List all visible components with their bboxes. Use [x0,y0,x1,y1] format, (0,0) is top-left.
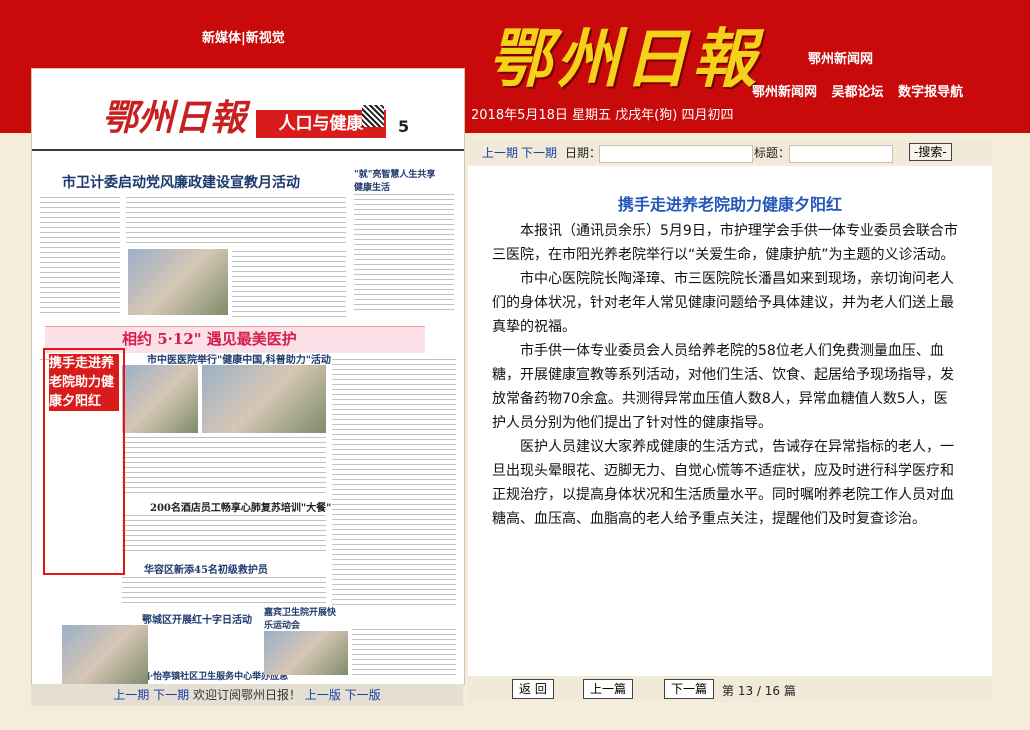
text-column [332,359,456,609]
paper-logo: 鄂州日報 [102,97,247,139]
site-name: 鄂州新闻网 [808,52,874,67]
prev-issue-link[interactable]: 上一期 [482,144,518,161]
date-input[interactable] [599,145,753,163]
text-column [354,194,454,314]
next-issue-link[interactable]: 下一期 [521,144,557,161]
masthead-logo: 鄂州日報 [488,22,760,97]
feature-headline[interactable]: 相约 5·12" 遇见最美医护 [122,328,297,349]
headline-6[interactable]: 华容区新添45名初级救护员 [144,561,268,576]
headline-1[interactable]: 市卫计委启动党风廉政建设宣教月活动 [62,172,300,192]
title-input[interactable] [789,145,893,163]
date-label: 日期： [565,146,602,160]
text-column [232,251,346,317]
prev-article-button[interactable]: 上一篇 [583,679,634,699]
subscribe-text: 欢迎订阅鄂州日报！ [192,688,301,702]
page-bottom-nav: 上一期 下一期 欢迎订阅鄂州日报！ 上一版 下一版 [31,684,463,706]
article-count: 第 13 / 16 篇 [722,684,796,698]
next-page-link[interactable]: 下一版 [345,688,381,702]
text-column [40,197,120,317]
article-photo [62,625,148,684]
text-column [122,577,326,607]
text-column [352,629,456,679]
next-article-button[interactable]: 下一篇 [664,679,715,699]
qr-code [362,105,384,127]
title-label: 标题： [754,146,791,160]
nav-link-digital[interactable]: 数字报导航 [898,85,963,100]
article-paragraph: 市手供一体专业委员会人员给养老院的58位老人们免费测量血压、血糖，开展健康宣教等… [492,343,954,431]
article-footer: 返 回 上一篇 下一篇 第 13 / 16 篇 [468,676,992,702]
text-column [122,437,326,497]
page-number: 5 [398,117,410,136]
nav-link-forum[interactable]: 吴都论坛 [832,85,884,100]
article-body: 本报讯（通讯员余乐）5月9日，市护理学会手供一体专业委员会联合市三医院，在市阳光… [492,219,958,531]
article-photo [264,631,348,675]
page-header: 鄂州日報 人口与健康 5 [32,69,464,151]
text-column [122,515,326,555]
nav-link-news[interactable]: 鄂州新闻网 [752,85,817,100]
search-button[interactable]: -搜索- [909,143,952,161]
article-title: 携手走进养老院助力健康夕阳红 [617,195,842,214]
text-column [126,197,346,247]
selected-article-label: 携手走进养老院助力健康夕阳红 [49,354,119,411]
article-photo [202,365,326,433]
prev-page-link[interactable]: 上一版 [305,688,341,702]
newspaper-page[interactable]: 鄂州日報 人口与健康 5 市卫计委启动党风廉政建设宣教月活动 "就"亮智慧人生共… [31,68,465,685]
prev-issue-link[interactable]: 上一期 [113,688,149,702]
article-paragraph: 本报讯（通讯员余乐）5月9日，市护理学会手供一体专业委员会联合市三医院，在市阳光… [492,223,958,263]
issue-date: 2018年5月18日 星期五 戊戌年(狗) 四月初四 [471,108,734,123]
header-slogan: 新媒体|新视觉 [202,31,285,46]
headline-7[interactable]: 鄂城区开展红十字日活动 [142,611,252,626]
search-bar: 上一期 下一期 日期： 标题： -搜索- [468,140,992,164]
back-button[interactable]: 返 回 [512,679,554,699]
article-paragraph: 医护人员建议大家养成健康的生活方式，告诫存在异常指标的老人，一旦出现头晕眼花、迈… [492,439,954,527]
article-photo [122,365,198,433]
headline-9[interactable]: 嘉宾卫生院开展快乐运动会 [264,605,344,631]
article-paragraph: 市中心医院院长陶泽璋、市三医院院长潘昌如来到现场，亲切询问老人们的身体状况，针对… [492,271,954,335]
headline-2[interactable]: "就"亮智慧人生共享健康生活 [354,167,444,193]
article-photo [128,249,228,315]
headline-4[interactable]: 市中医医院举行"健康中国,科普助力"活动 [147,351,331,366]
next-issue-link[interactable]: 下一期 [153,688,189,702]
headline-5[interactable]: 200名酒店员工畅享心肺复苏培训"大餐" [150,499,331,514]
selected-article-hotspot[interactable]: 携手走进养老院助力健康夕阳红 [43,348,125,575]
article-panel: 携手走进养老院助力健康夕阳红 本报讯（通讯员余乐）5月9日，市护理学会手供一体专… [468,166,992,676]
top-nav: 鄂州新闻网 吴都论坛 数字报导航 [752,81,973,100]
